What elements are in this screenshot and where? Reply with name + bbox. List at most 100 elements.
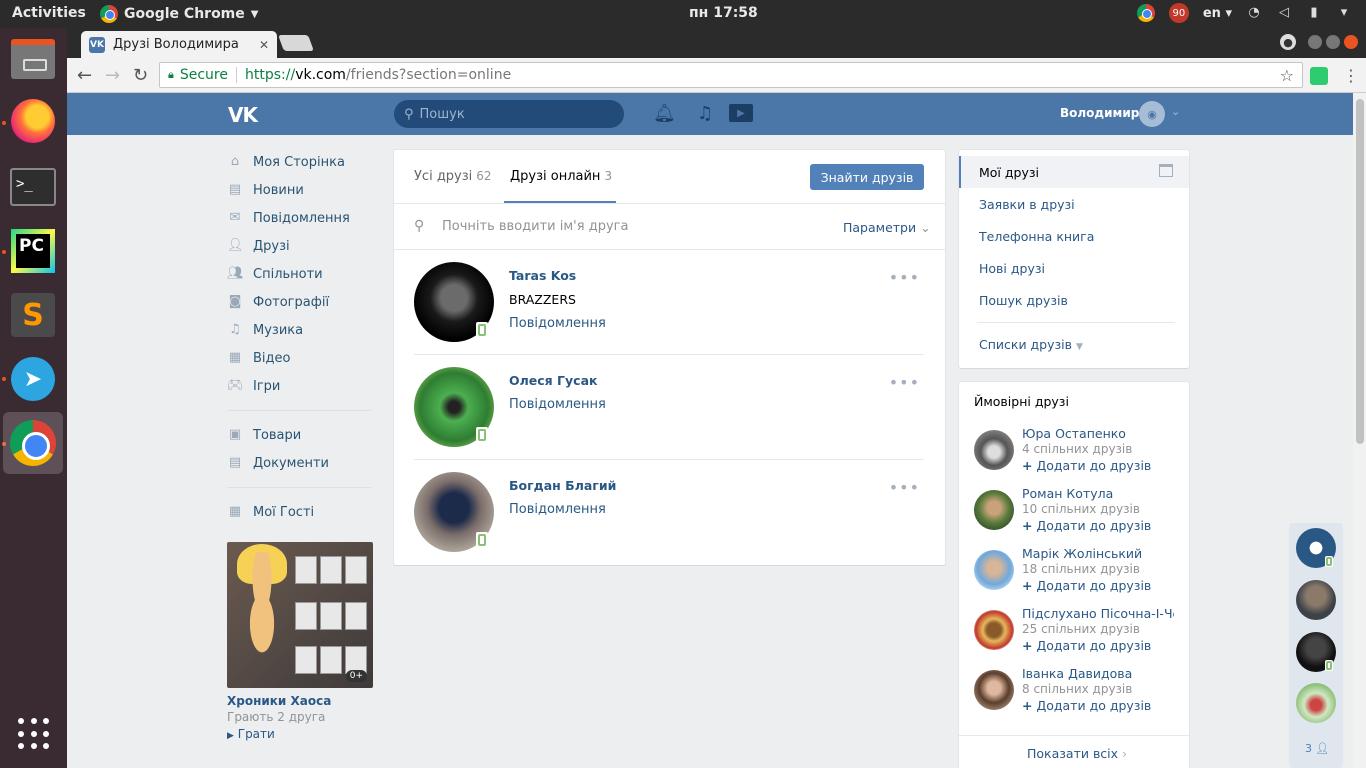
chrome-indicator-icon[interactable]: [1136, 4, 1155, 22]
clock[interactable]: пн 17:58: [689, 5, 758, 21]
dock-chrome[interactable]: [3, 412, 63, 474]
friends-nav-item[interactable]: Мої друзі: [979, 165, 1039, 180]
wifi-icon[interactable]: ◔: [1246, 6, 1262, 20]
sidebar-item-groups[interactable]: 👥︎ Спільноти: [227, 260, 377, 288]
minimize-button[interactable]: [1308, 35, 1322, 49]
sidebar-item-friends[interactable]: 👤︎ Друзі: [227, 232, 377, 260]
game-banner[interactable]: 0+: [227, 542, 373, 688]
possible-friend-name[interactable]: Іванка Давидова: [1022, 666, 1174, 681]
dock-terminal[interactable]: >_: [8, 162, 58, 212]
more-actions-icon[interactable]: •••: [889, 478, 920, 497]
page-scrollbar[interactable]: [1353, 93, 1366, 768]
friends-nav-item[interactable]: Телефонна книга: [979, 229, 1094, 244]
params-dropdown[interactable]: Параметри ⌄: [843, 220, 931, 235]
tab-friends-online[interactable]: Друзі онлайн 3: [510, 169, 612, 184]
game-play-link[interactable]: ▶ Грати: [227, 727, 377, 741]
possible-friend-avatar[interactable]: [974, 610, 1014, 650]
mobile-online-icon: [476, 322, 488, 338]
notification-badge[interactable]: 90: [1168, 3, 1189, 23]
friend-name[interactable]: Taras Kos: [509, 268, 576, 283]
activities-button[interactable]: Activities: [12, 5, 86, 21]
reload-button[interactable]: ↻: [133, 65, 148, 86]
show-applications-icon[interactable]: [18, 718, 50, 750]
profile-icon[interactable]: ●: [1280, 34, 1296, 50]
send-message-link[interactable]: Повідомлення: [509, 316, 606, 331]
add-friend-link[interactable]: + Додати до друзів: [1022, 518, 1151, 533]
keyboard-layout[interactable]: en ▾: [1203, 6, 1232, 21]
dock-firefox[interactable]: [8, 96, 58, 146]
sidebar-item-home[interactable]: ⌂ Моя Сторінка: [227, 148, 377, 176]
friends-nav-item[interactable]: Нові друзі: [979, 261, 1045, 276]
friend-name[interactable]: Богдан Благий: [509, 478, 616, 493]
close-tab-icon[interactable]: ✕: [259, 38, 269, 52]
send-message-link[interactable]: Повідомлення: [509, 502, 606, 517]
sidebar-item-news[interactable]: ▤ Новини: [227, 176, 377, 204]
chat-avatar[interactable]: [1296, 580, 1336, 620]
add-friend-link[interactable]: + Додати до друзів: [1022, 638, 1151, 653]
sidebar-item-messages[interactable]: ✉ Повідомлення: [227, 204, 377, 232]
friends-nav-item[interactable]: Заявки в друзі: [979, 197, 1075, 212]
sidebar-item-docs[interactable]: ▤ Документи: [227, 449, 377, 477]
search-input[interactable]: ⚲ Пошук: [394, 100, 624, 128]
sidebar-item-photos[interactable]: ◙ Фотографії: [227, 288, 377, 316]
dock-sublime[interactable]: S: [8, 290, 58, 340]
sidebar-item-market[interactable]: ▣ Товари: [227, 421, 377, 449]
app-menu[interactable]: Google Chrome ▼: [100, 5, 258, 23]
tab-all-friends[interactable]: Усі друзі 62: [414, 169, 492, 184]
plus-icon: +: [1022, 518, 1033, 533]
possible-friend-name[interactable]: Марік Жолінський: [1022, 546, 1174, 561]
battery-icon[interactable]: ▮: [1306, 6, 1322, 20]
chat-online-count[interactable]: 3 👤︎: [1305, 742, 1329, 755]
more-actions-icon[interactable]: •••: [889, 268, 920, 287]
possible-friend-avatar[interactable]: [974, 670, 1014, 710]
sidebar-item-music[interactable]: ♫ Музика: [227, 316, 377, 344]
game-title[interactable]: Хроники Хаоса: [227, 694, 377, 708]
chat-avatar[interactable]: [1296, 683, 1336, 723]
power-menu-icon[interactable]: ▾: [1336, 6, 1352, 20]
show-all-link[interactable]: Показати всіх ›: [1027, 746, 1127, 761]
video-play-icon[interactable]: ▶: [729, 104, 753, 122]
bookmark-star-icon[interactable]: ☆: [1280, 66, 1294, 85]
url-scheme: https://: [245, 67, 296, 83]
sidebar-item-games[interactable]: 🎮︎ Ігри: [227, 372, 377, 400]
friends-nav-item[interactable]: Пошук друзів: [979, 293, 1068, 308]
extension-icon[interactable]: [1310, 67, 1328, 85]
friend-lists-dropdown[interactable]: Списки друзів ▼: [979, 337, 1083, 352]
sidebar-item-guests[interactable]: ▦ Мої Гості: [227, 498, 377, 526]
find-friends-button[interactable]: Знайти друзів: [810, 164, 924, 190]
vk-logo[interactable]: VK: [228, 103, 258, 127]
user-name[interactable]: Володимир: [1060, 106, 1139, 120]
dock-pycharm[interactable]: PC: [8, 226, 58, 276]
address-bar[interactable]: 🔒︎ Secure https://vk.com/friends?section…: [159, 62, 1303, 88]
bell-icon[interactable]: 🔔︎: [653, 103, 676, 124]
back-button[interactable]: ←: [77, 65, 92, 86]
dock-files[interactable]: [8, 34, 58, 84]
possible-friend-avatar[interactable]: [974, 430, 1014, 470]
send-message-link[interactable]: Повідомлення: [509, 397, 606, 412]
possible-friend-name[interactable]: Підслухано Пісочна-І-Че...: [1022, 606, 1174, 621]
chrome-menu-icon[interactable]: ⋮: [1343, 66, 1359, 85]
possible-friend-name[interactable]: Роман Котула: [1022, 486, 1174, 501]
new-tab-button[interactable]: [278, 35, 314, 51]
maximize-button[interactable]: [1326, 35, 1340, 49]
possible-friend-avatar[interactable]: [974, 550, 1014, 590]
browser-tab[interactable]: VK Друзі Володимира ✕: [81, 31, 277, 58]
add-friend-link[interactable]: + Додати до друзів: [1022, 458, 1151, 473]
possible-friend-avatar[interactable]: [974, 490, 1014, 530]
possible-friend-name[interactable]: Юра Остапенко: [1022, 426, 1174, 441]
close-window-button[interactable]: [1344, 35, 1358, 49]
friend-search-input[interactable]: Почніть вводити ім'я друга: [442, 219, 628, 234]
dock-telegram[interactable]: ➤: [8, 354, 58, 404]
friend-name[interactable]: Олеся Гусак: [509, 373, 598, 388]
more-actions-icon[interactable]: •••: [889, 373, 920, 392]
volume-icon[interactable]: ◁: [1276, 6, 1292, 20]
chevron-down-icon[interactable]: ⌄: [1171, 105, 1180, 118]
scrollbar-thumb[interactable]: [1356, 99, 1364, 444]
sidebar-item-video[interactable]: ▦ Відео: [227, 344, 377, 372]
forward-button[interactable]: →: [105, 65, 120, 86]
music-icon[interactable]: ♫: [697, 103, 713, 124]
camera-icon[interactable]: ◉: [1139, 101, 1165, 127]
add-friend-link[interactable]: + Додати до друзів: [1022, 698, 1151, 713]
add-friend-link[interactable]: + Додати до друзів: [1022, 578, 1151, 593]
calendar-icon[interactable]: [1159, 164, 1173, 177]
